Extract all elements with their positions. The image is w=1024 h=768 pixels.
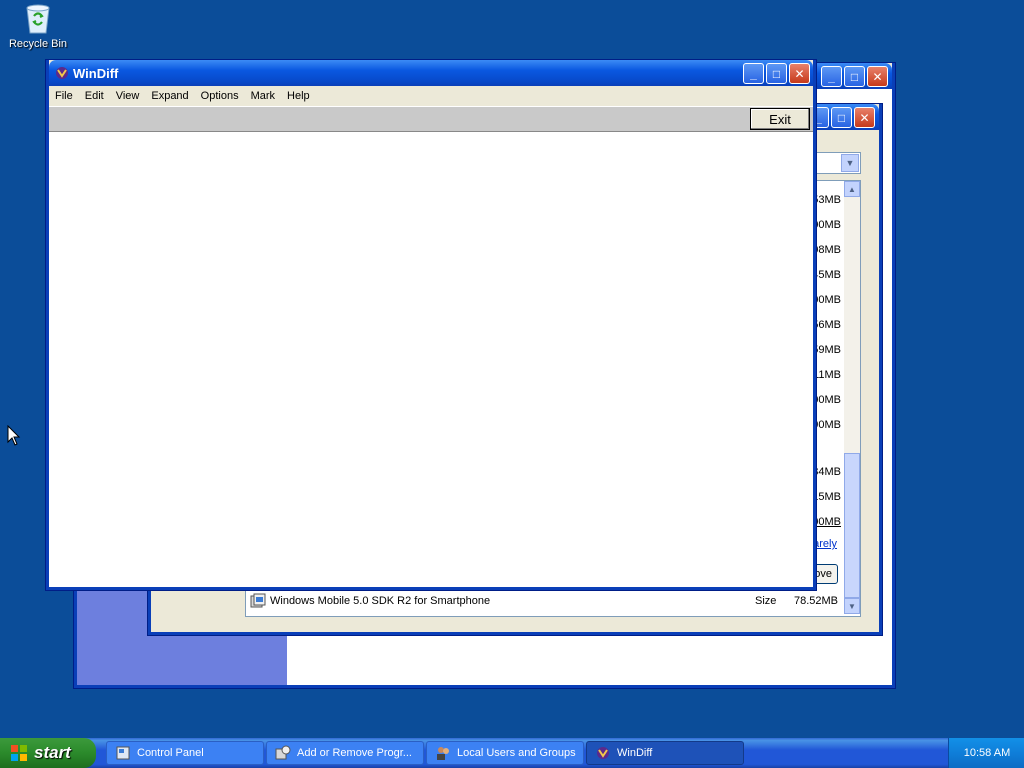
program-list-item[interactable]: Windows Mobile 5.0 SDK R2 for Smartphone… (248, 590, 842, 612)
exit-button[interactable]: Exit (750, 108, 810, 130)
size-value: 00MB (812, 294, 841, 306)
users-groups-icon (435, 745, 451, 761)
start-button[interactable]: start (0, 738, 96, 768)
menu-expand[interactable]: Expand (145, 90, 194, 102)
sort-by-dropdown[interactable]: ▼ (811, 152, 861, 174)
system-tray: 10:58 AM (948, 738, 1024, 768)
control-panel-icon (115, 745, 131, 761)
menu-view[interactable]: View (110, 90, 146, 102)
size-value: 45MB (812, 269, 841, 281)
program-size-value: 78.52MB (793, 595, 838, 607)
task-local-users-groups[interactable]: Local Users and Groups (426, 741, 584, 765)
windiff-content-area[interactable] (49, 132, 813, 587)
size-value: 53MB (812, 194, 841, 206)
close-icon[interactable]: ✕ (854, 107, 875, 128)
size-value: 56MB (812, 319, 841, 331)
recycle-bin-desktop-icon[interactable]: Recycle Bin (4, 2, 72, 54)
task-label: Control Panel (137, 747, 204, 759)
menu-help[interactable]: Help (281, 90, 316, 102)
start-label: start (34, 743, 71, 762)
windiff-title: WinDiff (73, 65, 119, 81)
close-icon[interactable]: ✕ (789, 63, 810, 84)
scroll-down-icon[interactable]: ▼ (844, 598, 860, 614)
menu-mark[interactable]: Mark (245, 90, 281, 102)
windiff-icon (595, 745, 611, 761)
chevron-down-icon[interactable]: ▼ (841, 154, 859, 172)
task-control-panel[interactable]: Control Panel (106, 741, 264, 765)
minimize-icon[interactable]: _ (743, 63, 764, 84)
program-icon (250, 593, 266, 609)
task-add-remove-programs[interactable]: Add or Remove Progr... (266, 741, 424, 765)
task-windiff[interactable]: WinDiff (586, 741, 744, 765)
add-remove-programs-icon (275, 745, 291, 761)
size-value: 84MB (812, 466, 841, 478)
maximize-icon[interactable]: □ (766, 63, 787, 84)
task-label: Local Users and Groups (457, 747, 576, 759)
menu-bar: File Edit View Expand Options Mark Help (49, 86, 813, 106)
used-rarely-link[interactable]: arely (813, 538, 837, 550)
size-value: 59MB (812, 344, 841, 356)
program-name: Windows Mobile 5.0 SDK R2 for Smartphone (270, 595, 491, 607)
mouse-cursor-icon (7, 424, 21, 450)
windiff-icon (55, 66, 69, 80)
menu-options[interactable]: Options (195, 90, 245, 102)
recycle-bin-icon (23, 2, 53, 34)
maximize-icon[interactable]: □ (831, 107, 852, 128)
task-label: Add or Remove Progr... (297, 747, 412, 759)
scroll-up-icon[interactable]: ▲ (844, 181, 860, 197)
clock[interactable]: 10:58 AM (964, 747, 1010, 759)
task-label: WinDiff (617, 747, 653, 759)
size-value: 00MB (812, 516, 841, 528)
windiff-toolbar: Exit (49, 106, 813, 132)
windows-logo-icon (10, 744, 28, 762)
maximize-icon[interactable]: □ (844, 66, 865, 87)
windiff-window[interactable]: WinDiff _ □ ✕ File Edit View Expand Opti… (46, 60, 816, 590)
size-value: 15MB (812, 491, 841, 503)
size-value: 90MB (812, 419, 841, 431)
size-value: 08MB (812, 244, 841, 256)
size-value: 00MB (812, 394, 841, 406)
menu-file[interactable]: File (49, 90, 79, 102)
windiff-titlebar[interactable]: WinDiff _ □ ✕ (49, 60, 813, 86)
close-icon[interactable]: ✕ (867, 66, 888, 87)
vertical-scrollbar[interactable]: ▲ ▼ (844, 181, 860, 614)
menu-edit[interactable]: Edit (79, 90, 110, 102)
recycle-bin-label: Recycle Bin (8, 38, 68, 50)
minimize-icon[interactable]: _ (821, 66, 842, 87)
program-size-label: Size (755, 595, 777, 607)
scrollbar-thumb[interactable] (844, 453, 860, 598)
size-value: 11MB (813, 369, 841, 381)
size-value: 00MB (812, 219, 841, 231)
